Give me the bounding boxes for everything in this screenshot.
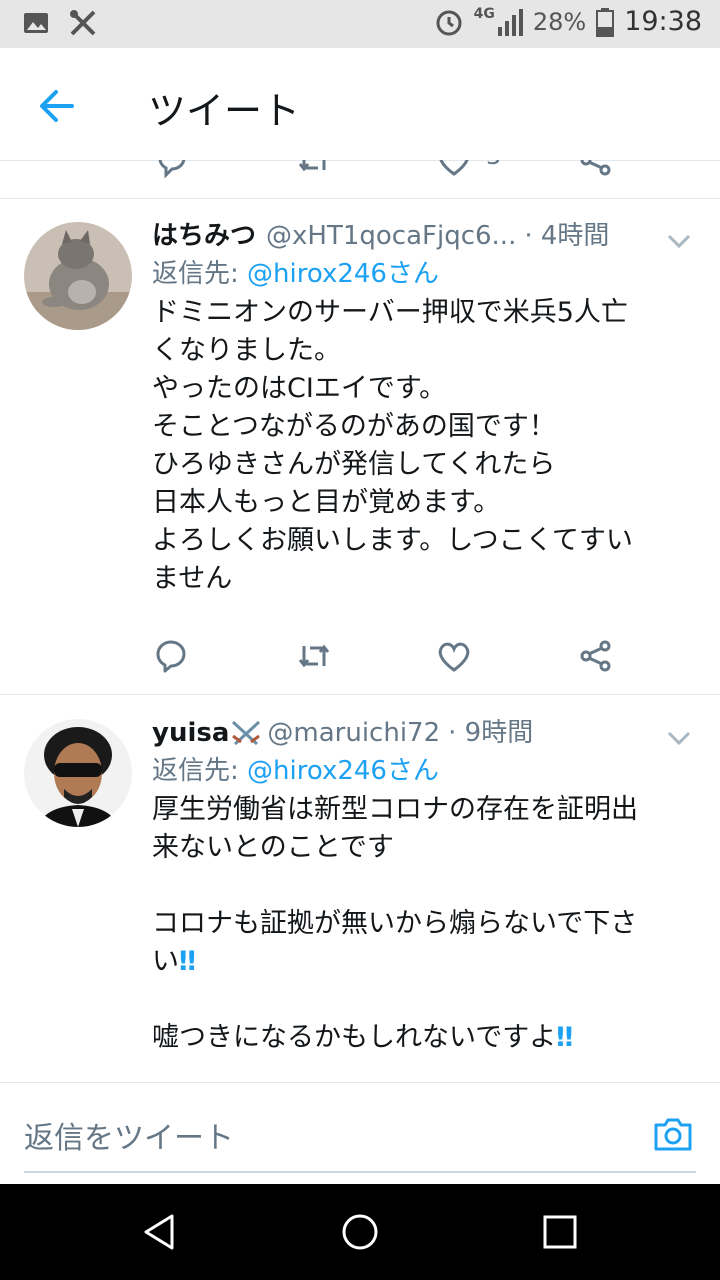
chevron-down-icon[interactable] bbox=[666, 228, 692, 254]
clock: 19:38 bbox=[624, 6, 702, 37]
like-icon[interactable] bbox=[436, 638, 472, 674]
like-count: 3 bbox=[486, 160, 501, 170]
page-title: ツイート bbox=[148, 89, 301, 133]
share-icon[interactable] bbox=[578, 638, 614, 674]
retweet-icon[interactable] bbox=[296, 638, 332, 674]
display-name[interactable]: yuisa bbox=[152, 715, 229, 751]
tweet-text-part: 嘘つきになるかもしれないですよ bbox=[152, 1022, 557, 1053]
reply-mention[interactable]: @hirox246さん bbox=[247, 756, 439, 786]
image-icon bbox=[24, 13, 48, 33]
share-icon[interactable] bbox=[578, 160, 614, 178]
input-underline bbox=[24, 1171, 696, 1173]
tweet-card[interactable]: はちみつ @xHT1qocaFjqc6... · 4時間 返信先: @hirox… bbox=[0, 198, 720, 695]
avatar[interactable] bbox=[24, 719, 132, 827]
tweet-header: yuisa @maruichi72 · 9時間 bbox=[152, 715, 696, 751]
crossed-swords-icon bbox=[232, 720, 261, 746]
reply-mention[interactable]: @hirox246さん bbox=[247, 259, 439, 289]
retweet-icon[interactable] bbox=[296, 160, 332, 178]
chevron-down-icon[interactable] bbox=[666, 725, 692, 751]
reply-composer[interactable]: 返信をツイート bbox=[0, 1082, 720, 1185]
reply-icon[interactable] bbox=[154, 160, 190, 178]
display-name[interactable]: はちみつ bbox=[152, 218, 256, 254]
reply-context: 返信先: @hirox246さん bbox=[152, 254, 696, 294]
battery-icon bbox=[596, 7, 615, 37]
double-exclamation-emoji: ‼ bbox=[179, 946, 196, 977]
battery-percent: 28% bbox=[532, 7, 587, 36]
reply-prefix: 返信先: bbox=[152, 756, 248, 786]
prev-tweet-actions: 3 bbox=[0, 160, 720, 199]
avatar[interactable] bbox=[24, 222, 132, 330]
nav-home-icon[interactable] bbox=[340, 1212, 380, 1252]
tweet-text-part: 厚生労働省は新型コロナの存在を証明出 来ないとのことです コロナも証拠が無いから… bbox=[152, 794, 638, 977]
tweet-time: · 9時間 bbox=[448, 718, 534, 748]
tweet-card[interactable]: yuisa @maruichi72 · 9時間 返信先: @hirox246さん… bbox=[0, 695, 720, 1082]
alarm-icon bbox=[436, 10, 462, 35]
tweet-time: · 4時間 bbox=[524, 221, 610, 251]
tweet-header: はちみつ @xHT1qocaFjqc6... · 4時間 bbox=[152, 218, 696, 254]
reply-input[interactable]: 返信をツイート bbox=[24, 1113, 234, 1157]
camera-icon[interactable] bbox=[652, 1113, 694, 1155]
tools-icon bbox=[70, 10, 96, 36]
system-nav-bar bbox=[0, 1184, 720, 1280]
user-handle[interactable]: @xHT1qocaFjqc6... bbox=[266, 218, 516, 254]
tweet-text: 厚生労働省は新型コロナの存在を証明出 来ないとのことです コロナも証拠が無いから… bbox=[152, 791, 696, 1057]
signal-icon bbox=[497, 8, 523, 36]
like-icon[interactable] bbox=[436, 160, 472, 178]
double-exclamation-emoji: ‼ bbox=[556, 1022, 574, 1053]
app-bar: ツイート bbox=[0, 48, 720, 161]
user-handle[interactable]: @maruichi72 bbox=[267, 715, 440, 751]
network-type: 4G bbox=[473, 5, 495, 22]
nav-recents-icon[interactable] bbox=[540, 1212, 580, 1252]
nav-back-icon[interactable] bbox=[140, 1212, 180, 1252]
reply-icon[interactable] bbox=[154, 638, 190, 674]
tweet-actions bbox=[152, 638, 622, 678]
status-bar: 4G 28% 19:38 bbox=[0, 0, 720, 48]
reply-context: 返信先: @hirox246さん bbox=[152, 751, 696, 791]
back-arrow-icon[interactable] bbox=[36, 86, 76, 126]
tweet-text: ドミニオンのサーバー押収で米兵5人亡 くなりました。 やったのはCIエイです。 … bbox=[152, 297, 633, 594]
reply-prefix: 返信先: bbox=[152, 259, 248, 289]
